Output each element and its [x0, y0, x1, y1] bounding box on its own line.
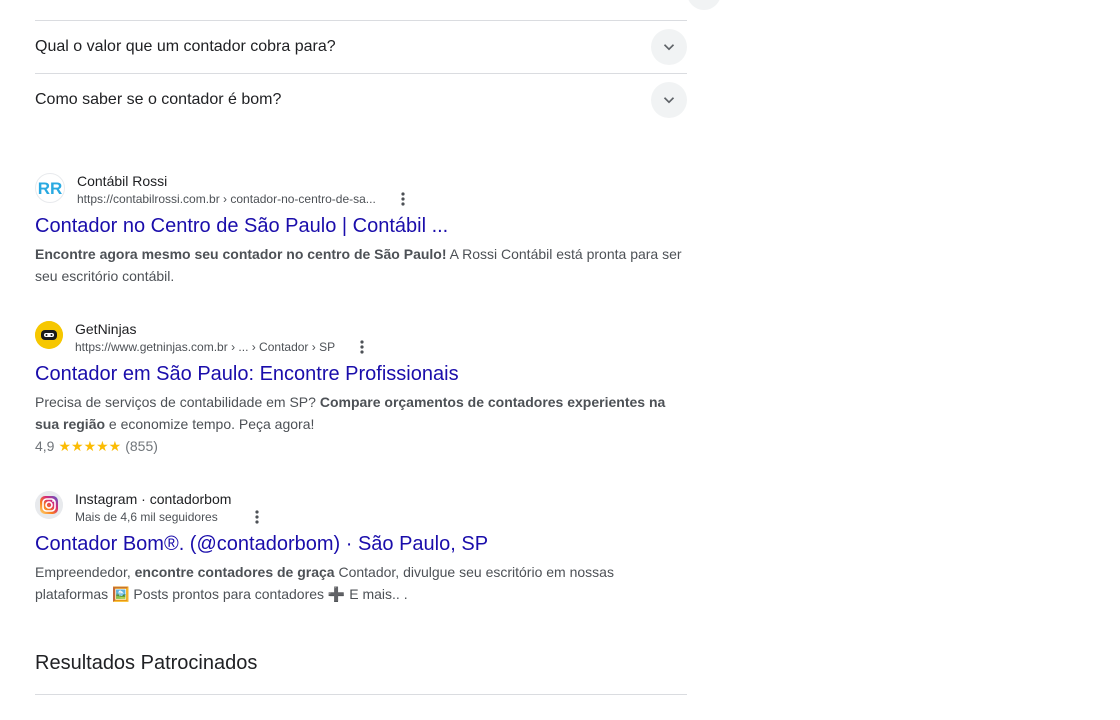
divider: [35, 694, 687, 695]
site-name: Instagram · contadorbom: [75, 491, 232, 507]
search-result: GetNinjas https://www.getninjas.com.br ›…: [35, 320, 687, 457]
more-options-icon[interactable]: [396, 190, 410, 208]
snippet-bold: Encontre agora mesmo seu contador no cen…: [35, 246, 447, 262]
sponsored-results-heading: Resultados Patrocinados: [35, 652, 258, 674]
result-snippet: Precisa de serviços de contabilidade em …: [35, 391, 687, 435]
result-title-link[interactable]: Contador Bom®. (@contadorbom) · São Paul…: [35, 531, 687, 557]
chevron-down-icon[interactable]: [651, 82, 687, 118]
snippet-post: e economize tempo. Peça agora!: [105, 416, 315, 432]
paa-question-text: Como saber se o contador é bom?: [35, 91, 282, 108]
svg-text:RR: RR: [38, 179, 63, 198]
result-title-link[interactable]: Contador em São Paulo: Encontre Profissi…: [35, 361, 687, 387]
site-info[interactable]: RR Contábil Rossi https://contabilrossi.…: [35, 172, 687, 208]
review-count: (855): [125, 438, 158, 454]
paa-question-2[interactable]: Como saber se o contador é bom?: [35, 73, 687, 126]
chevron-down-icon[interactable]: [651, 29, 687, 65]
ninja-logo-icon: [35, 321, 63, 349]
site-url: Mais de 4,6 mil seguidores: [75, 510, 218, 524]
instagram-logo-icon: [35, 491, 63, 519]
site-url: https://contabilrossi.com.br › contador-…: [77, 192, 376, 206]
search-result: Instagram · contadorbom Mais de 4,6 mil …: [35, 490, 687, 605]
result-title-link[interactable]: Contador no Centro de São Paulo | Contáb…: [35, 213, 687, 239]
paa-question-text: Qual o valor que um contador cobra para?: [35, 38, 336, 55]
more-options-icon[interactable]: [250, 508, 264, 526]
snippet-bold: encontre contadores de graça: [134, 564, 335, 580]
rating-row: 4,9 ★★★★★ (855): [35, 435, 687, 457]
snippet-pre: Empreendedor,: [35, 564, 135, 580]
more-options-icon[interactable]: [355, 338, 369, 356]
search-result: RR Contábil Rossi https://contabilrossi.…: [35, 172, 687, 287]
site-name: GetNinjas: [75, 321, 137, 337]
site-url: https://www.getninjas.com.br › ... › Con…: [75, 340, 336, 354]
site-info[interactable]: GetNinjas https://www.getninjas.com.br ›…: [35, 320, 687, 356]
paa-question-1[interactable]: Qual o valor que um contador cobra para?: [35, 20, 687, 73]
result-snippet: Encontre agora mesmo seu contador no cen…: [35, 243, 687, 287]
result-snippet: Empreendedor, encontre contadores de gra…: [35, 561, 687, 605]
site-info[interactable]: Instagram · contadorbom Mais de 4,6 mil …: [35, 490, 687, 526]
site-name: Contábil Rossi: [77, 173, 168, 189]
snippet-pre: Precisa de serviços de contabilidade em …: [35, 394, 320, 410]
rating-value: 4,9: [35, 438, 55, 454]
expand-chevron-button[interactable]: [687, 0, 721, 10]
rating-stars: ★★★★★: [58, 438, 122, 454]
rossi-logo-icon: RR: [35, 173, 65, 203]
